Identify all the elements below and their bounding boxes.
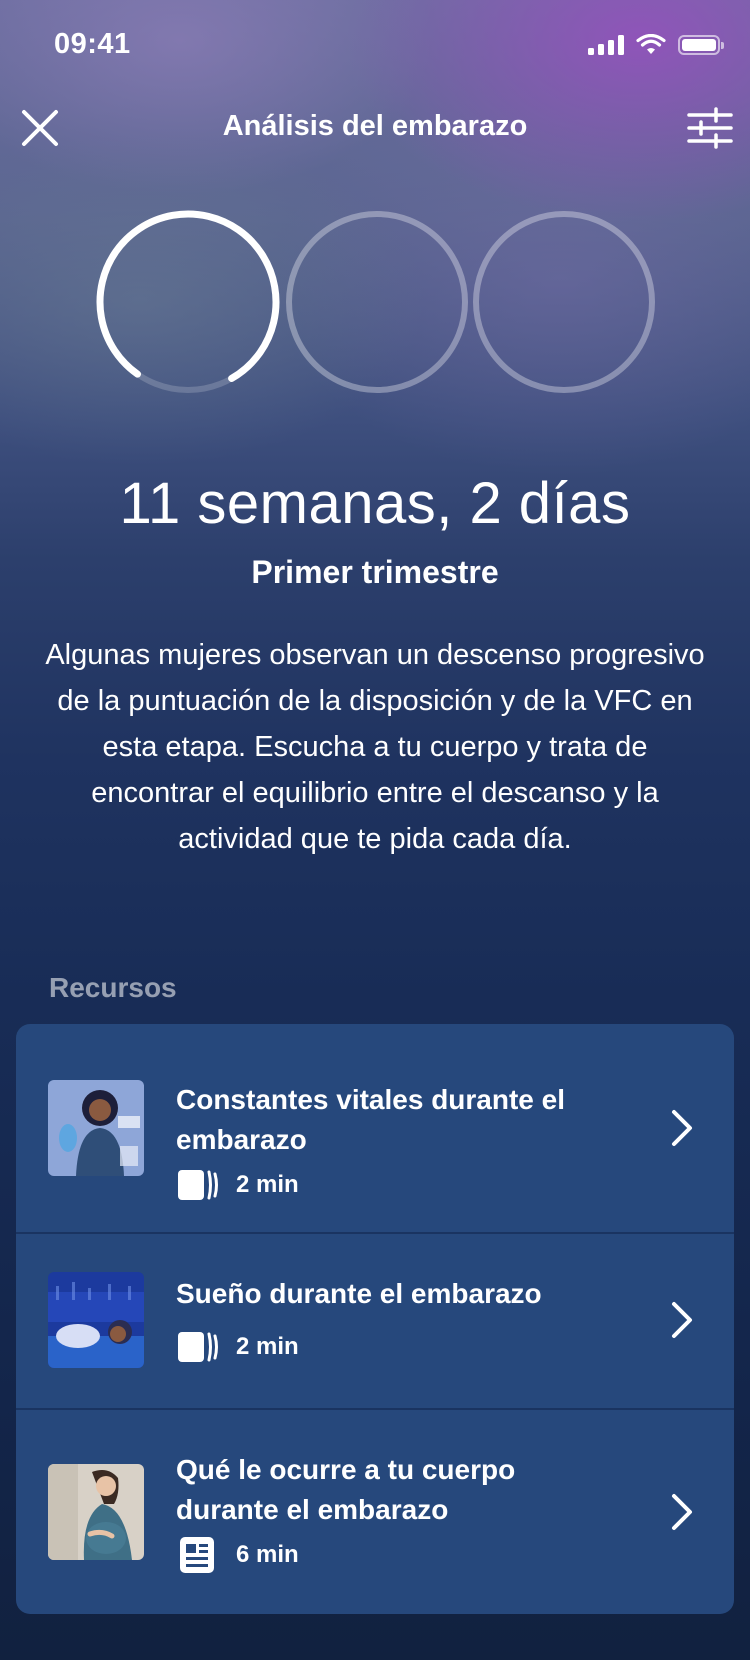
resource-duration: 2 min	[236, 1171, 299, 1198]
story-cards-icon	[178, 1170, 218, 1200]
chevron-right-icon	[672, 1494, 692, 1530]
resource-title: Constantes vitales durante el embarazo	[176, 1084, 566, 1155]
chevron-right-icon	[672, 1302, 692, 1338]
resources-card: Constantes vitales durante el embarazo 2…	[16, 1024, 734, 1614]
resource-duration: 6 min	[236, 1541, 299, 1568]
resource-thumbnail	[48, 1272, 144, 1368]
resource-title: Sueño durante el embarazo	[176, 1278, 542, 1309]
trimester-label: Primer trimestre	[251, 554, 499, 590]
resource-title: Qué le ocurre a tu cuerpo durante el emb…	[176, 1454, 516, 1525]
ring-first-trimester-progress	[96, 210, 280, 394]
insight-description: Algunas mujeres observan un descenso pro…	[45, 639, 705, 855]
chevron-right-icon	[672, 1110, 692, 1146]
ring-third-trimester	[473, 211, 655, 393]
resource-meta: 6 min	[176, 1536, 299, 1574]
trimester-progress-rings	[96, 210, 655, 394]
ring-second-trimester	[286, 211, 468, 393]
resource-thumbnail	[48, 1080, 144, 1176]
story-cards-icon	[178, 1332, 218, 1362]
resource-meta: 2 min	[176, 1168, 299, 1202]
resource-duration: 2 min	[236, 1333, 299, 1360]
article-icon	[180, 1537, 214, 1573]
resource-meta: 2 min	[176, 1330, 299, 1364]
resources-section-label: Recursos	[49, 972, 177, 1003]
resource-item-sleep[interactable]: Sueño durante el embarazo 2 min	[16, 1234, 734, 1408]
resource-item-body-changes[interactable]: Qué le ocurre a tu cuerpo durante el emb…	[16, 1410, 734, 1614]
resource-thumbnail	[48, 1464, 144, 1560]
pregnancy-week-headline: 11 semanas, 2 días	[119, 471, 631, 536]
resource-item-vitals[interactable]: Constantes vitales durante el embarazo 2…	[16, 1024, 734, 1232]
